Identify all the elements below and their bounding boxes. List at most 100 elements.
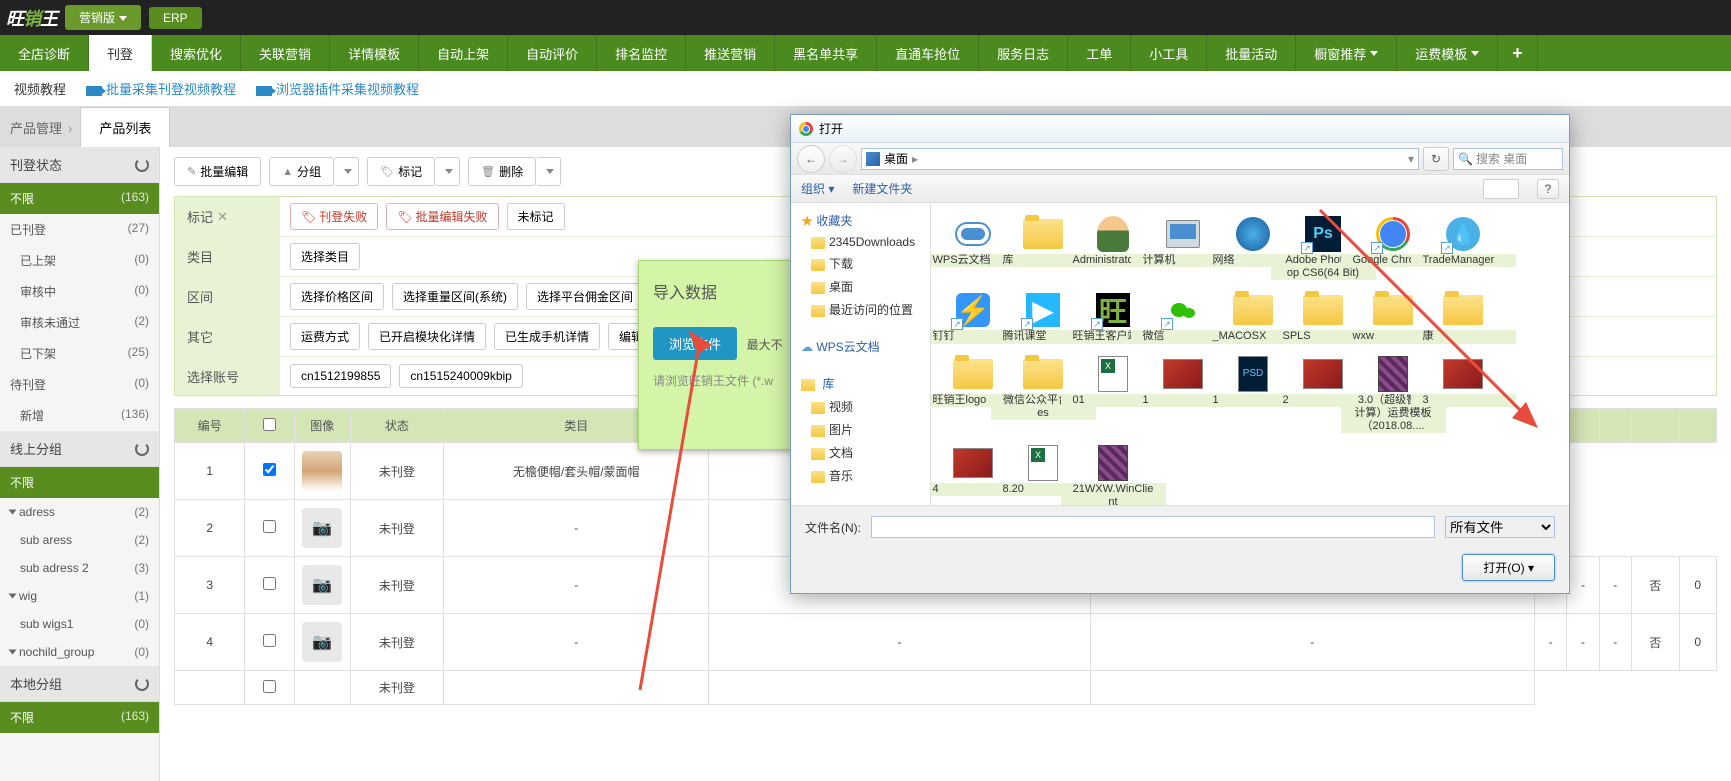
sidebar-item[interactable]: 审核中(0): [0, 276, 159, 307]
browse-file-button[interactable]: 浏览文件: [653, 327, 737, 360]
file-filter-select[interactable]: 所有文件: [1445, 516, 1555, 538]
tag-button[interactable]: 🏷标记: [367, 157, 435, 186]
nav-item-0[interactable]: 全店诊断: [0, 35, 89, 71]
nav-item-5[interactable]: 自动上架: [419, 35, 508, 71]
file-item[interactable]: Administrator: [1079, 211, 1147, 283]
row-checkbox[interactable]: [263, 520, 276, 533]
sidebar-item[interactable]: 已下架(25): [0, 338, 159, 369]
nav-item-7[interactable]: 排名监控: [597, 35, 686, 71]
account-2[interactable]: cn1515240009kbip: [399, 364, 522, 388]
sidebar-item[interactable]: 不限(163): [0, 183, 159, 214]
file-item[interactable]: WPS云文档: [939, 211, 1007, 283]
nav-item-6[interactable]: 自动评价: [508, 35, 597, 71]
refresh-icon[interactable]: [135, 677, 149, 691]
tree-item[interactable]: 桌面: [791, 275, 930, 298]
table-row[interactable]: 4未刊登------否0: [175, 614, 1717, 671]
row-checkbox[interactable]: [263, 680, 276, 693]
help-button[interactable]: ?: [1537, 179, 1559, 199]
nav-item-9[interactable]: 黑名单共享: [775, 35, 877, 71]
table-row[interactable]: 未刊登: [175, 671, 1717, 705]
tree-item[interactable]: 音乐: [791, 464, 930, 487]
dialog-titlebar[interactable]: 打开: [791, 115, 1569, 143]
refresh-icon[interactable]: [135, 158, 149, 172]
nav-add-button[interactable]: +: [1498, 35, 1538, 71]
tree-section[interactable]: ☁ WPS云文档: [791, 335, 930, 358]
nav-item-2[interactable]: 搜索优化: [152, 35, 241, 71]
range-commission[interactable]: 选择平台佣金区间: [526, 283, 644, 310]
select-category[interactable]: 选择类目: [290, 243, 360, 270]
tag-dropdown[interactable]: [435, 157, 460, 186]
file-item[interactable]: ↗Google Chrome: [1359, 211, 1427, 283]
erp-button[interactable]: ERP: [149, 7, 202, 29]
other-modular[interactable]: 已开启模块化详情: [368, 323, 486, 350]
range-price[interactable]: 选择价格区间: [290, 283, 384, 310]
batch-collect-video-link[interactable]: 批量采集刊登视频教程: [86, 79, 236, 98]
sidebar-item[interactable]: wig(1): [0, 582, 159, 610]
sidebar-item[interactable]: 已上架(0): [0, 245, 159, 276]
nav-item-10[interactable]: 直通车抢位: [877, 35, 979, 71]
refresh-button[interactable]: ↻: [1423, 147, 1449, 171]
nav-back-button[interactable]: ←: [797, 145, 825, 173]
tree-section[interactable]: ★ 收藏夹: [791, 209, 930, 232]
breadcrumb-tab[interactable]: 产品列表: [80, 107, 170, 147]
sidebar-item[interactable]: nochild_group(0): [0, 638, 159, 666]
delete-dropdown[interactable]: [536, 157, 561, 186]
tag-none[interactable]: 未标记: [507, 203, 565, 230]
file-item[interactable]: 计算机: [1149, 211, 1217, 283]
nav-item-1[interactable]: 刊登: [89, 35, 152, 71]
nav-item-8[interactable]: 推送营销: [686, 35, 775, 71]
tag-publish-fail[interactable]: 🏷 刊登失败: [290, 203, 378, 230]
open-button[interactable]: 打开(O) ▾: [1462, 554, 1555, 581]
breadcrumb-label[interactable]: 产品管理: [10, 118, 80, 147]
tree-item[interactable]: 图片: [791, 418, 930, 441]
tree-item[interactable]: 最近访问的位置: [791, 298, 930, 321]
sidebar-item[interactable]: sub wigs1(0): [0, 610, 159, 638]
file-item[interactable]: Ps↗Adobe Photoshop CS6(64 Bit): [1289, 211, 1357, 283]
tree-item[interactable]: 视频: [791, 395, 930, 418]
nav-item-13[interactable]: 小工具: [1131, 35, 1207, 71]
sidebar-item[interactable]: 新增(136): [0, 400, 159, 431]
row-checkbox[interactable]: [263, 463, 276, 476]
tag-batch-edit-fail[interactable]: 🏷 批量编辑失败: [386, 203, 498, 230]
view-mode-button[interactable]: [1483, 179, 1519, 199]
sidebar-item[interactable]: 审核未通过(2): [0, 307, 159, 338]
file-item[interactable]: 3: [1429, 351, 1497, 437]
browser-plugin-video-link[interactable]: 浏览器插件采集视频教程: [256, 79, 419, 98]
nav-item-11[interactable]: 服务日志: [979, 35, 1068, 71]
sidebar-item[interactable]: sub adress 2(3): [0, 554, 159, 582]
tree-item[interactable]: 文档: [791, 441, 930, 464]
sidebar-item[interactable]: 不限: [0, 467, 159, 498]
nav-forward-button[interactable]: →: [829, 145, 857, 173]
path-box[interactable]: 桌面 ▸ ▾: [861, 148, 1419, 170]
batch-edit-button[interactable]: ✎批量编辑: [174, 157, 261, 186]
select-all-checkbox[interactable]: [263, 418, 276, 431]
sidebar-item[interactable]: 待刊登(0): [0, 369, 159, 400]
sidebar-item[interactable]: adress(2): [0, 498, 159, 526]
row-checkbox[interactable]: [263, 577, 276, 590]
search-box[interactable]: 🔍 搜索 桌面: [1453, 148, 1563, 170]
refresh-icon[interactable]: [135, 442, 149, 456]
sidebar-item[interactable]: sub aress(2): [0, 526, 159, 554]
range-weight[interactable]: 选择重量区间(系统): [392, 283, 518, 310]
file-item[interactable]: 库: [1009, 211, 1077, 283]
nav-item-14[interactable]: 批量活动: [1207, 35, 1296, 71]
nav-item-15[interactable]: 橱窗推荐: [1296, 35, 1397, 71]
nav-item-4[interactable]: 详情模板: [330, 35, 419, 71]
file-item[interactable]: 💧↗TradeManager: [1429, 211, 1497, 283]
other-mobile-detail[interactable]: 已生成手机详情: [494, 323, 600, 350]
account-1[interactable]: cn1512199855: [290, 364, 391, 388]
row-checkbox[interactable]: [263, 634, 276, 647]
tree-section[interactable]: 库: [791, 372, 930, 395]
file-item[interactable]: 康: [1429, 287, 1497, 346]
tree-item[interactable]: 下载: [791, 252, 930, 275]
group-dropdown[interactable]: [334, 157, 359, 186]
filename-input[interactable]: [871, 516, 1435, 538]
delete-button[interactable]: 🗑删除: [468, 157, 536, 186]
file-item[interactable]: 21WXW.WinClient: [1079, 440, 1147, 505]
other-shipping[interactable]: 运费方式: [290, 323, 360, 350]
sidebar-item[interactable]: 已刊登(27): [0, 214, 159, 245]
sidebar-item[interactable]: 不限(163): [0, 702, 159, 733]
tree-item[interactable]: 2345Downloads: [791, 232, 930, 252]
group-button[interactable]: ▲分组: [269, 157, 334, 186]
nav-item-16[interactable]: 运费模板: [1397, 35, 1498, 71]
